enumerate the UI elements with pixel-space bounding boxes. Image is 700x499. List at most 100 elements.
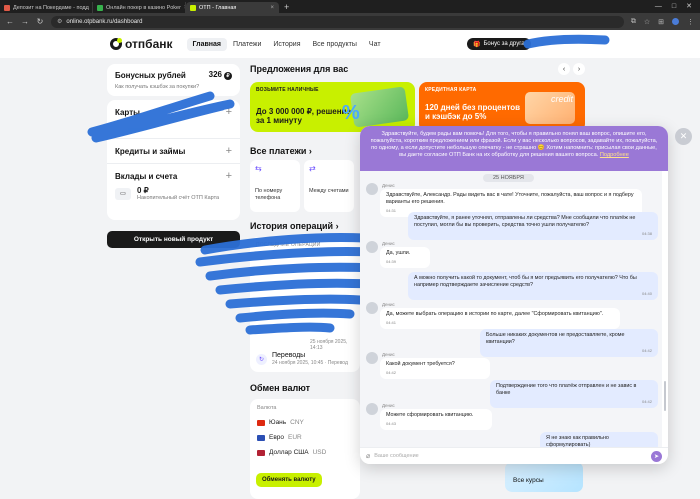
chat-message-input[interactable] (374, 453, 647, 459)
fx-card: Валюта Юань CNY Евро EUR Доллар США USD … (250, 399, 360, 499)
wallet-icon: ▭ (115, 187, 131, 200)
tab-close-icon[interactable]: × (270, 5, 274, 11)
sender-name: Денис (382, 241, 395, 246)
chat-close-button[interactable]: ✕ (675, 128, 692, 145)
message-text: Больше никаких документов не предоставля… (486, 332, 625, 345)
maximize-icon[interactable]: □ (672, 1, 676, 13)
fx-code: CNY (290, 419, 304, 426)
browser-tab-3[interactable]: ОТП - Главная × (186, 2, 279, 13)
history-title[interactable]: История операций › (250, 221, 339, 231)
promo-title: До 3 000 000 ₽, решение за 1 минуту (256, 107, 351, 125)
open-new-product-button[interactable]: Открыть новый продукт (107, 231, 240, 248)
browser-address-bar: ← → ↻ ⚙ online.otpbank.ru/dashboard ⧉ ☆ … (0, 13, 700, 30)
exchange-button[interactable]: Обменять валюту (256, 473, 322, 487)
promo-cash-loan[interactable]: ВОЗЬМИТЕ НАЛИЧНЫЕ До 3 000 000 ₽, решени… (250, 82, 415, 132)
minimize-icon[interactable]: — (655, 1, 662, 13)
bookmark-star-icon[interactable]: ☆ (644, 18, 650, 26)
attach-icon[interactable]: ⌀ (366, 452, 370, 460)
deposits-section[interactable]: Вклады и счета + (115, 170, 232, 182)
history-item[interactable]: ↻ Переводы 24 ноября 2025, 10:45 · Перев… (256, 352, 348, 366)
url-text: online.otpbank.ru/dashboard (66, 18, 143, 25)
bonus-card[interactable]: Бонусных рублей 326 ₽ Как получать кэшбэк… (107, 64, 240, 96)
nav-chat[interactable]: Чат (363, 38, 387, 51)
main-nav: Главная Платежи История Все продукты Чат (186, 37, 387, 51)
tab-title: Онлайн покер в казино Poker (106, 4, 181, 11)
history-label: ПОСЛЕДНИЕ ОПЕРАЦИИ (256, 242, 321, 248)
fx-row[interactable]: Евро EUR (257, 434, 353, 441)
bonus-for-friend-button[interactable]: 🎁 Бонус за друга (467, 38, 531, 50)
all-rates-card[interactable]: Все курсы (505, 462, 583, 492)
banner-more-link[interactable]: Подробнее (600, 152, 629, 158)
agent-avatar (366, 183, 378, 195)
browser-tabbar: Депозит на Покердаме - подд × Онлайн пок… (0, 0, 700, 13)
message-text: Да, ушли. (386, 250, 411, 256)
flag-china-icon (257, 419, 265, 426)
cast-icon[interactable]: ⧉ (631, 18, 636, 26)
history-title-text: История операций (250, 221, 334, 231)
next-arrow-icon[interactable]: › (573, 63, 585, 75)
forward-icon[interactable]: → (21, 17, 29, 26)
cards-section[interactable]: Карты + (115, 106, 232, 118)
browser-tab-1[interactable]: Депозит на Покердаме - подд × (0, 2, 93, 13)
history-item-tail: Перевод (327, 360, 348, 366)
chat-message: Да, ушли. 04:39 (380, 247, 430, 268)
chat-messages[interactable]: 25 НОЯБРЯ Денис Здравствуйте, Александр.… (360, 171, 666, 452)
credit-label: credit (550, 94, 573, 104)
accounts-card: Карты + Кредиты и займы + Вклады и счета… (107, 100, 240, 220)
bonus-button-label: Бонус за друга (483, 41, 525, 47)
nav-history[interactable]: История (267, 38, 306, 51)
chat-scrollbar[interactable] (664, 381, 666, 411)
sender-name: Денис (382, 352, 395, 357)
payments-title-text: Все платежи (250, 146, 307, 156)
site-header: отпбанк Главная Платежи История Все прод… (0, 30, 700, 58)
prev-arrow-icon[interactable]: ‹ (558, 63, 570, 75)
pay-by-phone[interactable]: ⇆ По номеру телефона (250, 160, 300, 212)
menu-kebab-icon[interactable]: ⋮ (687, 18, 694, 26)
account-amount: 0 ₽ (137, 186, 149, 195)
bonus-value-wrap: 326 ₽ (209, 70, 232, 80)
fx-title: Обмен валют (250, 383, 311, 393)
site-info-icon[interactable]: ⚙ (57, 18, 62, 25)
profile-avatar-icon[interactable] (672, 18, 679, 25)
message-time: 04:42 (641, 399, 652, 404)
message-text: Можете сформировать квитанцию. (386, 412, 474, 418)
otp-logo-icon (110, 38, 122, 50)
close-window-icon[interactable]: ✕ (686, 1, 692, 13)
bonus-link[interactable]: Как получать кэшбэк за покупки? (115, 84, 232, 90)
nav-all-products[interactable]: Все продукты (307, 38, 363, 51)
send-icon[interactable]: ➤ (651, 450, 662, 462)
fx-row[interactable]: Юань CNY (257, 419, 353, 426)
extensions-icon[interactable]: ⊞ (658, 18, 664, 26)
reload-icon[interactable]: ↻ (36, 17, 44, 26)
new-tab-button[interactable]: + (279, 2, 294, 13)
chat-message: Да, можете выбрать операцию в истории по… (380, 308, 620, 329)
fx-row[interactable]: Доллар США USD (257, 449, 353, 456)
credits-section[interactable]: Кредиты и займы + (115, 145, 232, 157)
promo-credit-card[interactable]: КРЕДИТНАЯ КАРТА 120 дней без процентов и… (419, 82, 585, 132)
sender-name: Денис (382, 183, 395, 188)
pay-between-accounts[interactable]: ⇄ Между счетами (304, 160, 354, 212)
nav-payments[interactable]: Платежи (227, 38, 267, 51)
chat-message: Здравствуйте, я ранее уточнял, отправлен… (408, 212, 658, 240)
url-field[interactable]: ⚙ online.otpbank.ru/dashboard (51, 15, 624, 28)
add-card-icon[interactable]: + (226, 106, 232, 118)
sender-name: Денис (382, 403, 395, 408)
browser-tab-2[interactable]: Онлайн покер в казино Poker × (93, 2, 186, 13)
add-credit-icon[interactable]: + (226, 145, 232, 157)
chevron-right-icon: › (308, 146, 312, 156)
sender-name: Денис (382, 302, 395, 307)
window-controls: — □ ✕ (647, 1, 700, 13)
back-icon[interactable]: ← (6, 17, 14, 26)
otp-logo[interactable]: отпбанк (110, 37, 173, 51)
pay-label: Между счетами (309, 188, 349, 194)
chat-message: Можете сформировать квитанцию. 04:43 (380, 409, 492, 430)
nav-home[interactable]: Главная (186, 37, 227, 51)
account-row[interactable]: ▭ 0 ₽ Накопительный счёт ОТП Карта (115, 186, 232, 201)
payments-title[interactable]: Все платежи › (250, 146, 312, 156)
favicon-otp-icon (190, 4, 196, 11)
message-time: 04:43 (386, 421, 397, 426)
history-item-title: Переводы (272, 352, 306, 359)
ruble-icon: ₽ (224, 72, 232, 80)
add-deposit-icon[interactable]: + (226, 170, 232, 182)
transfer-arrows-icon: ⇄ (309, 164, 316, 173)
